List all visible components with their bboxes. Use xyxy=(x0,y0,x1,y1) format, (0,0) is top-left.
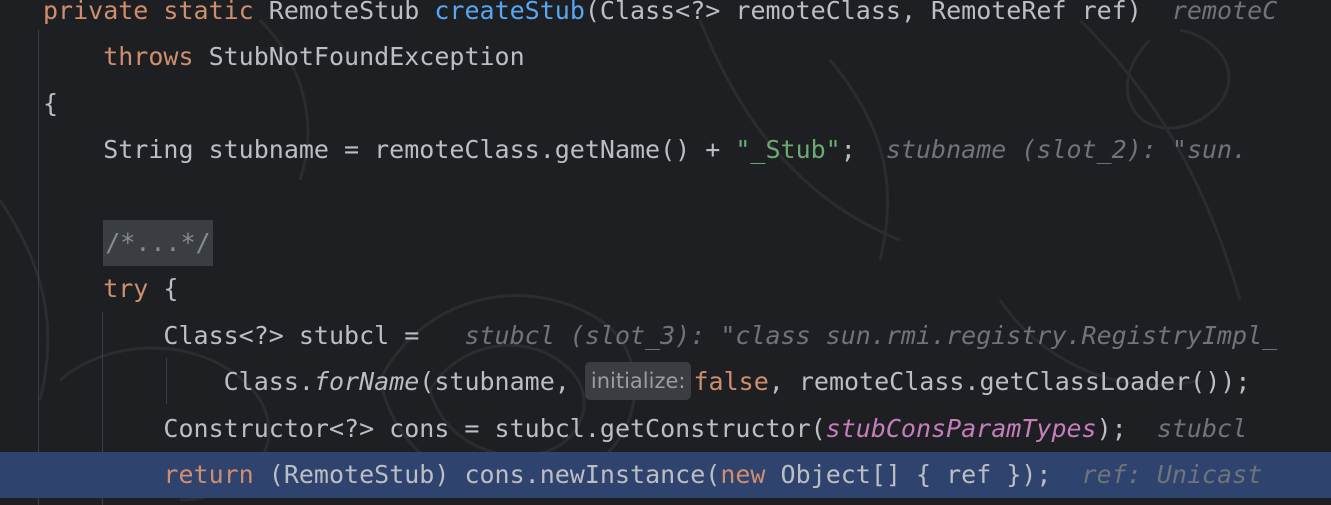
code-token: { xyxy=(43,88,59,118)
code-line[interactable]: Class<?> stubcl = stubcl (slot_3): "clas… xyxy=(0,313,1331,359)
inline-value-hint: stubcl xyxy=(1126,413,1248,443)
code-token: try xyxy=(43,274,164,304)
code-token: RemoteStub xyxy=(268,0,435,25)
inline-value-hint: stubname (slot_2): "sun. xyxy=(855,135,1248,165)
code-token: StubNotFoundException xyxy=(208,42,525,72)
code-line[interactable]: Class.forName(stubname, initialize: false… xyxy=(0,359,1331,405)
code-token: Class<?> stubcl = xyxy=(43,320,435,350)
code-token: , remoteClass.getClassLoader()); xyxy=(768,367,1251,397)
code-token: Constructor<?> cons = stubcl.getConstruc… xyxy=(43,413,826,443)
code-text: private static RemoteStub createStub(Cla… xyxy=(43,0,1277,34)
code-text: return (RemoteStub) cons.newInstance(new… xyxy=(43,452,1262,498)
code-line[interactable]: Constructor<?> cons = stubcl.getConstruc… xyxy=(0,406,1331,452)
code-token: (RemoteStub) cons.newInstance( xyxy=(268,460,721,489)
code-token: ; xyxy=(840,135,856,165)
code-token: "_Stub" xyxy=(735,135,841,165)
code-token: createStub xyxy=(434,0,585,25)
code-text: { xyxy=(43,81,58,127)
code-token: Class. xyxy=(43,367,314,397)
code-token: throws xyxy=(43,42,209,72)
code-token: Object[] { ref }); xyxy=(780,460,1052,489)
code-text: Class.forName(stubname, initialize: false… xyxy=(43,359,1250,405)
code-token: return xyxy=(43,460,269,489)
folded-comment[interactable]: /*...*/ xyxy=(103,220,213,266)
parameter-name-hint: initialize: xyxy=(584,362,692,401)
code-text: try { xyxy=(43,266,178,312)
code-token: false xyxy=(693,367,769,397)
code-token: { xyxy=(163,274,179,304)
code-line-current[interactable]: return (RemoteStub) cons.newInstance(new… xyxy=(0,452,1331,498)
code-token: private static xyxy=(43,0,269,25)
code-text: String stubname = remoteClass.getName() … xyxy=(43,127,1247,173)
code-token: new xyxy=(720,460,781,489)
code-token: String stubname = remoteClass.getName() … xyxy=(43,135,736,165)
inline-value-hint: ref: Unicast xyxy=(1051,460,1263,489)
code-line[interactable]: { xyxy=(0,81,1331,127)
inline-value-hint: stubcl (slot_3): "class sun.rmi.registry… xyxy=(434,320,1278,350)
code-token: stubConsParamTypes xyxy=(825,413,1097,443)
code-line[interactable]: /*...*/ xyxy=(0,220,1331,266)
inline-value-hint: remoteC xyxy=(1141,0,1278,25)
code-token: (Class<?> remoteClass, RemoteRef ref) xyxy=(584,0,1142,25)
code-text: /*...*/ xyxy=(43,220,213,266)
code-line[interactable]: String stubname = remoteClass.getName() … xyxy=(0,127,1331,173)
code-text: throws StubNotFoundException xyxy=(43,34,525,80)
code-editor[interactable]: private static RemoteStub createStub(Cla… xyxy=(0,0,1331,505)
code-line[interactable] xyxy=(0,174,1331,220)
code-line[interactable]: throws StubNotFoundException xyxy=(0,34,1331,80)
code-line[interactable]: private static RemoteStub createStub(Cla… xyxy=(0,0,1331,34)
code-token: (stubname, xyxy=(419,367,585,397)
code-line[interactable]: try { xyxy=(0,266,1331,312)
code-token: forName xyxy=(313,367,420,397)
code-text: Constructor<?> cons = stubcl.getConstruc… xyxy=(43,406,1247,452)
code-text: Class<?> stubcl = stubcl (slot_3): "clas… xyxy=(43,313,1277,359)
code-token: ); xyxy=(1096,413,1127,443)
